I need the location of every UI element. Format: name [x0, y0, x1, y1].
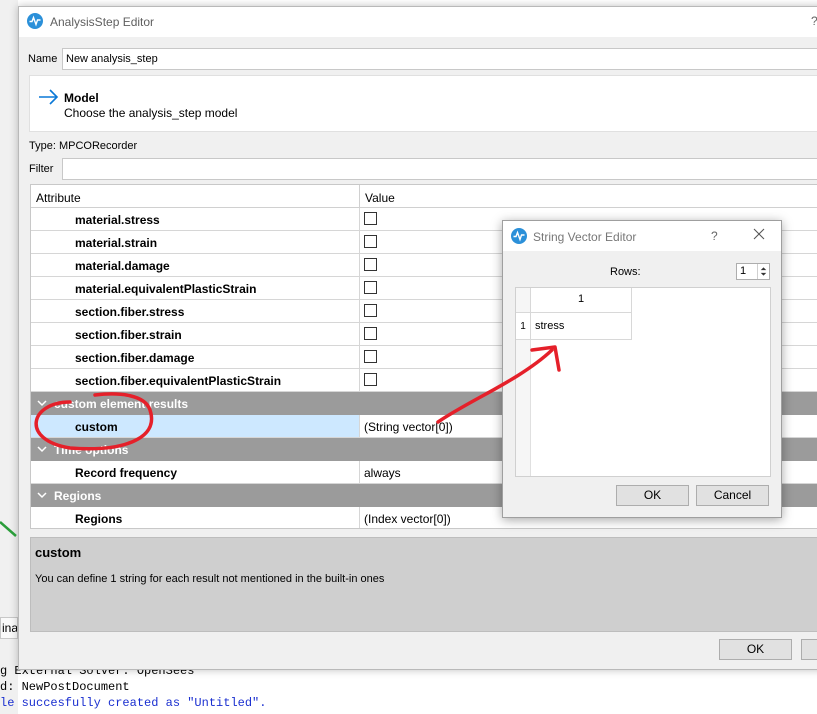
chevron-down-icon	[37, 400, 47, 407]
rows-value: 1	[740, 265, 747, 277]
dialog-title: String Vector Editor	[533, 230, 637, 244]
custom-value[interactable]: (String vector[0])	[364, 420, 453, 434]
waveform-icon	[511, 228, 527, 244]
type-label: Type: MPCORecorder	[29, 140, 138, 152]
row-header[interactable]: 1	[516, 313, 531, 340]
group-label: Regions	[54, 489, 102, 503]
row-label: material.strain	[75, 236, 158, 250]
model-subtitle: Choose the analysis_step model	[64, 106, 238, 120]
help-button[interactable]: ?	[711, 229, 718, 243]
model-title: Model	[64, 91, 99, 105]
console-output: g External Solver: OpenSees d: NewPostDo…	[0, 664, 817, 714]
grid-cell[interactable]: stress	[531, 313, 632, 340]
description-title: custom	[35, 545, 82, 560]
description-text: You can define 1 string for each result …	[35, 573, 385, 585]
row-label: material.damage	[75, 259, 170, 273]
checkbox[interactable]	[364, 327, 377, 340]
string-grid: 1 1 stress	[515, 287, 771, 477]
name-label: Name	[28, 53, 58, 65]
record-frequency-value[interactable]: always	[364, 466, 401, 480]
background-tab[interactable]: inal	[0, 617, 18, 639]
filter-input[interactable]	[62, 158, 817, 180]
window-titlebar[interactable]: AnalysisStep Editor ?	[19, 7, 817, 37]
row-label: section.fiber.damage	[75, 351, 195, 365]
waveform-icon	[27, 13, 43, 29]
string-vector-editor-dialog: String Vector Editor ? Rows: 1 1 1 stres…	[502, 220, 782, 518]
row-label: Regions	[75, 512, 123, 526]
ok-button[interactable]: OK	[719, 639, 792, 660]
checkbox[interactable]	[364, 235, 377, 248]
dialog-titlebar[interactable]: String Vector Editor ?	[503, 221, 781, 251]
chevron-down-icon	[37, 446, 47, 453]
model-selector[interactable]: Model Choose the analysis_step model	[29, 75, 817, 132]
checkbox[interactable]	[364, 258, 377, 271]
group-label: Time options	[54, 443, 129, 457]
row-label: section.fiber.strain	[75, 328, 182, 342]
console-line: d: NewPostDocument	[0, 680, 130, 694]
row-label: material.stress	[75, 213, 160, 227]
console-line: le succesfully created as "Untitled".	[0, 696, 267, 710]
name-input[interactable]: New analysis_step	[62, 48, 817, 70]
row-label: material.equivalentPlasticStrain	[75, 282, 257, 296]
help-button[interactable]: ?	[811, 14, 817, 28]
checkbox[interactable]	[364, 373, 377, 386]
table-header: Attribute Value	[31, 185, 817, 208]
checkbox[interactable]	[364, 350, 377, 363]
close-icon[interactable]	[753, 228, 765, 240]
regions-value[interactable]: (Index vector[0])	[364, 512, 451, 526]
ok-button[interactable]: OK	[616, 485, 689, 506]
window-title: AnalysisStep Editor	[50, 15, 155, 29]
cancel-button[interactable]	[801, 639, 817, 660]
row-label: section.fiber.stress	[75, 305, 185, 319]
column-header[interactable]: 1	[531, 288, 632, 313]
group-label: custom element results	[54, 397, 189, 411]
rows-label: Rows:	[610, 266, 641, 278]
description-panel: custom You can define 1 string for each …	[30, 537, 817, 632]
row-label: section.fiber.equivalentPlasticStrain	[75, 374, 282, 388]
row-label: Record frequency	[75, 466, 178, 480]
cancel-button[interactable]: Cancel	[696, 485, 769, 506]
chevron-down-icon	[37, 492, 47, 499]
checkbox[interactable]	[364, 212, 377, 225]
filter-label: Filter	[29, 163, 54, 175]
header-attribute[interactable]: Attribute	[36, 191, 81, 205]
header-value[interactable]: Value	[365, 191, 395, 205]
checkbox[interactable]	[364, 304, 377, 317]
checkbox[interactable]	[364, 281, 377, 294]
arrow-right-icon	[39, 89, 59, 105]
spin-arrows-icon[interactable]	[757, 264, 769, 279]
rows-spinbox[interactable]: 1	[736, 263, 770, 280]
row-label: custom	[75, 420, 118, 434]
grid-corner[interactable]	[516, 288, 531, 313]
background-app	[0, 0, 18, 714]
